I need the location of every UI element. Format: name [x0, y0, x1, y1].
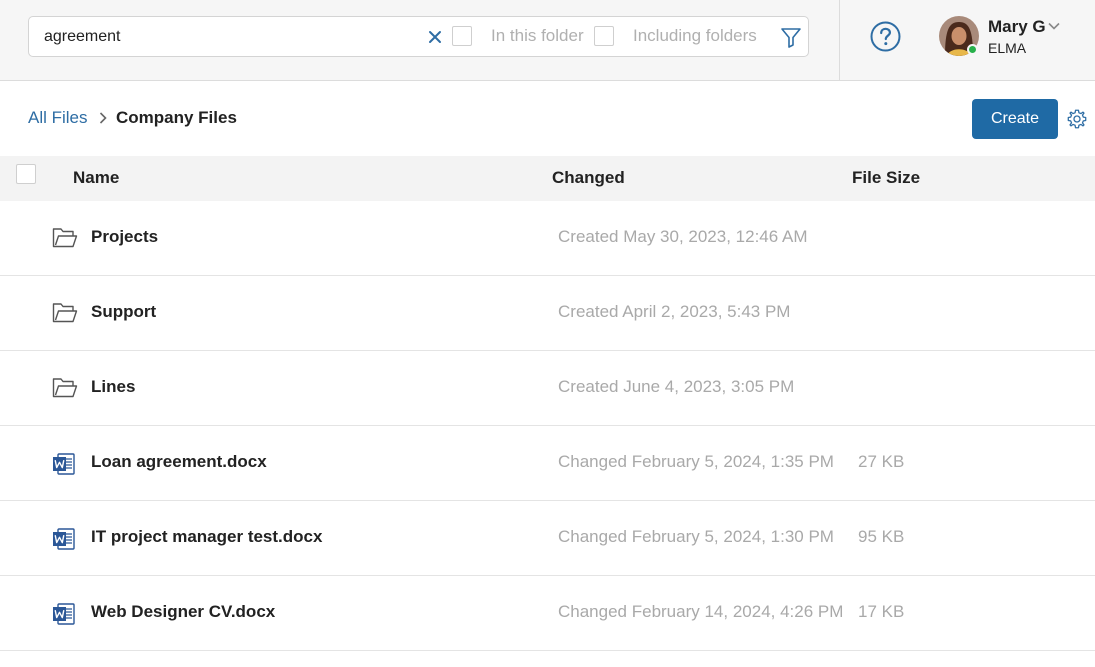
search-box[interactable]: In this folder Including folders — [28, 16, 809, 57]
file-name[interactable]: Projects — [91, 227, 158, 247]
column-header-name[interactable]: Name — [73, 168, 119, 188]
table-row[interactable]: Lines Created June 4, 2023, 3:05 PM — [0, 351, 1095, 426]
file-size: 95 KB — [858, 527, 905, 546]
select-all-checkbox[interactable] — [16, 164, 36, 184]
column-header-file-size[interactable]: File Size — [852, 168, 920, 188]
file-size: 17 KB — [858, 602, 905, 621]
filter-button[interactable] — [779, 25, 803, 49]
user-menu-toggle[interactable] — [1047, 19, 1061, 33]
folder-icon — [52, 377, 78, 399]
help-button[interactable] — [870, 21, 901, 52]
user-name[interactable]: Mary G — [988, 17, 1046, 37]
gear-icon — [1067, 109, 1087, 129]
file-changed-date: Changed February 5, 2024, 1:35 PM — [558, 452, 834, 471]
table-header: Name Changed File Size — [0, 156, 1095, 201]
including-folders-label: Including folders — [633, 26, 757, 45]
filter-icon — [781, 28, 801, 48]
file-name[interactable]: Lines — [91, 377, 135, 397]
file-name[interactable]: Loan agreement.docx — [91, 452, 267, 472]
settings-button[interactable] — [1066, 108, 1088, 130]
top-bar: In this folder Including folders Mary G — [0, 0, 1095, 81]
user-company: ELMA — [988, 40, 1027, 56]
word-doc-icon — [52, 602, 78, 625]
column-header-changed[interactable]: Changed — [552, 168, 625, 188]
chevron-right-icon — [99, 112, 107, 124]
header-divider — [839, 0, 840, 80]
file-size: 27 KB — [858, 452, 905, 471]
file-changed-date: Changed February 5, 2024, 1:30 PM — [558, 527, 834, 546]
table-row[interactable]: IT project manager test.docx Changed Febr… — [0, 501, 1095, 576]
file-changed-date: Created May 30, 2023, 12:46 AM — [558, 227, 808, 246]
create-button[interactable]: Create — [972, 99, 1058, 139]
help-icon — [870, 21, 901, 52]
folder-icon — [52, 302, 78, 324]
online-status-indicator — [967, 44, 978, 55]
in-this-folder-label: In this folder — [491, 26, 584, 45]
breadcrumb-all-files[interactable]: All Files — [28, 108, 88, 128]
table-row[interactable]: Web Designer CV.docx Changed February 14,… — [0, 576, 1095, 651]
search-input[interactable] — [44, 26, 414, 48]
close-icon — [429, 31, 441, 43]
file-changed-date: Changed February 14, 2024, 4:26 PM — [558, 602, 844, 621]
table-row[interactable]: Support Created April 2, 2023, 5:43 PM — [0, 276, 1095, 351]
file-changed-date: Created June 4, 2023, 3:05 PM — [558, 377, 795, 396]
word-doc-icon — [52, 527, 78, 550]
including-folders-checkbox[interactable] — [594, 26, 614, 46]
chevron-down-icon — [1048, 22, 1060, 30]
table-row[interactable]: Loan agreement.docx Changed February 5, 2… — [0, 426, 1095, 501]
breadcrumb-current: Company Files — [116, 108, 237, 127]
file-name[interactable]: Web Designer CV.docx — [91, 602, 275, 622]
file-name[interactable]: Support — [91, 302, 156, 322]
file-changed-date: Created April 2, 2023, 5:43 PM — [558, 302, 791, 321]
word-doc-icon — [52, 452, 78, 475]
file-name[interactable]: IT project manager test.docx — [91, 527, 322, 547]
folder-icon — [52, 227, 78, 249]
table-row[interactable]: Projects Created May 30, 2023, 12:46 AM — [0, 201, 1095, 276]
in-this-folder-checkbox[interactable] — [452, 26, 472, 46]
clear-search-button[interactable] — [424, 26, 446, 48]
